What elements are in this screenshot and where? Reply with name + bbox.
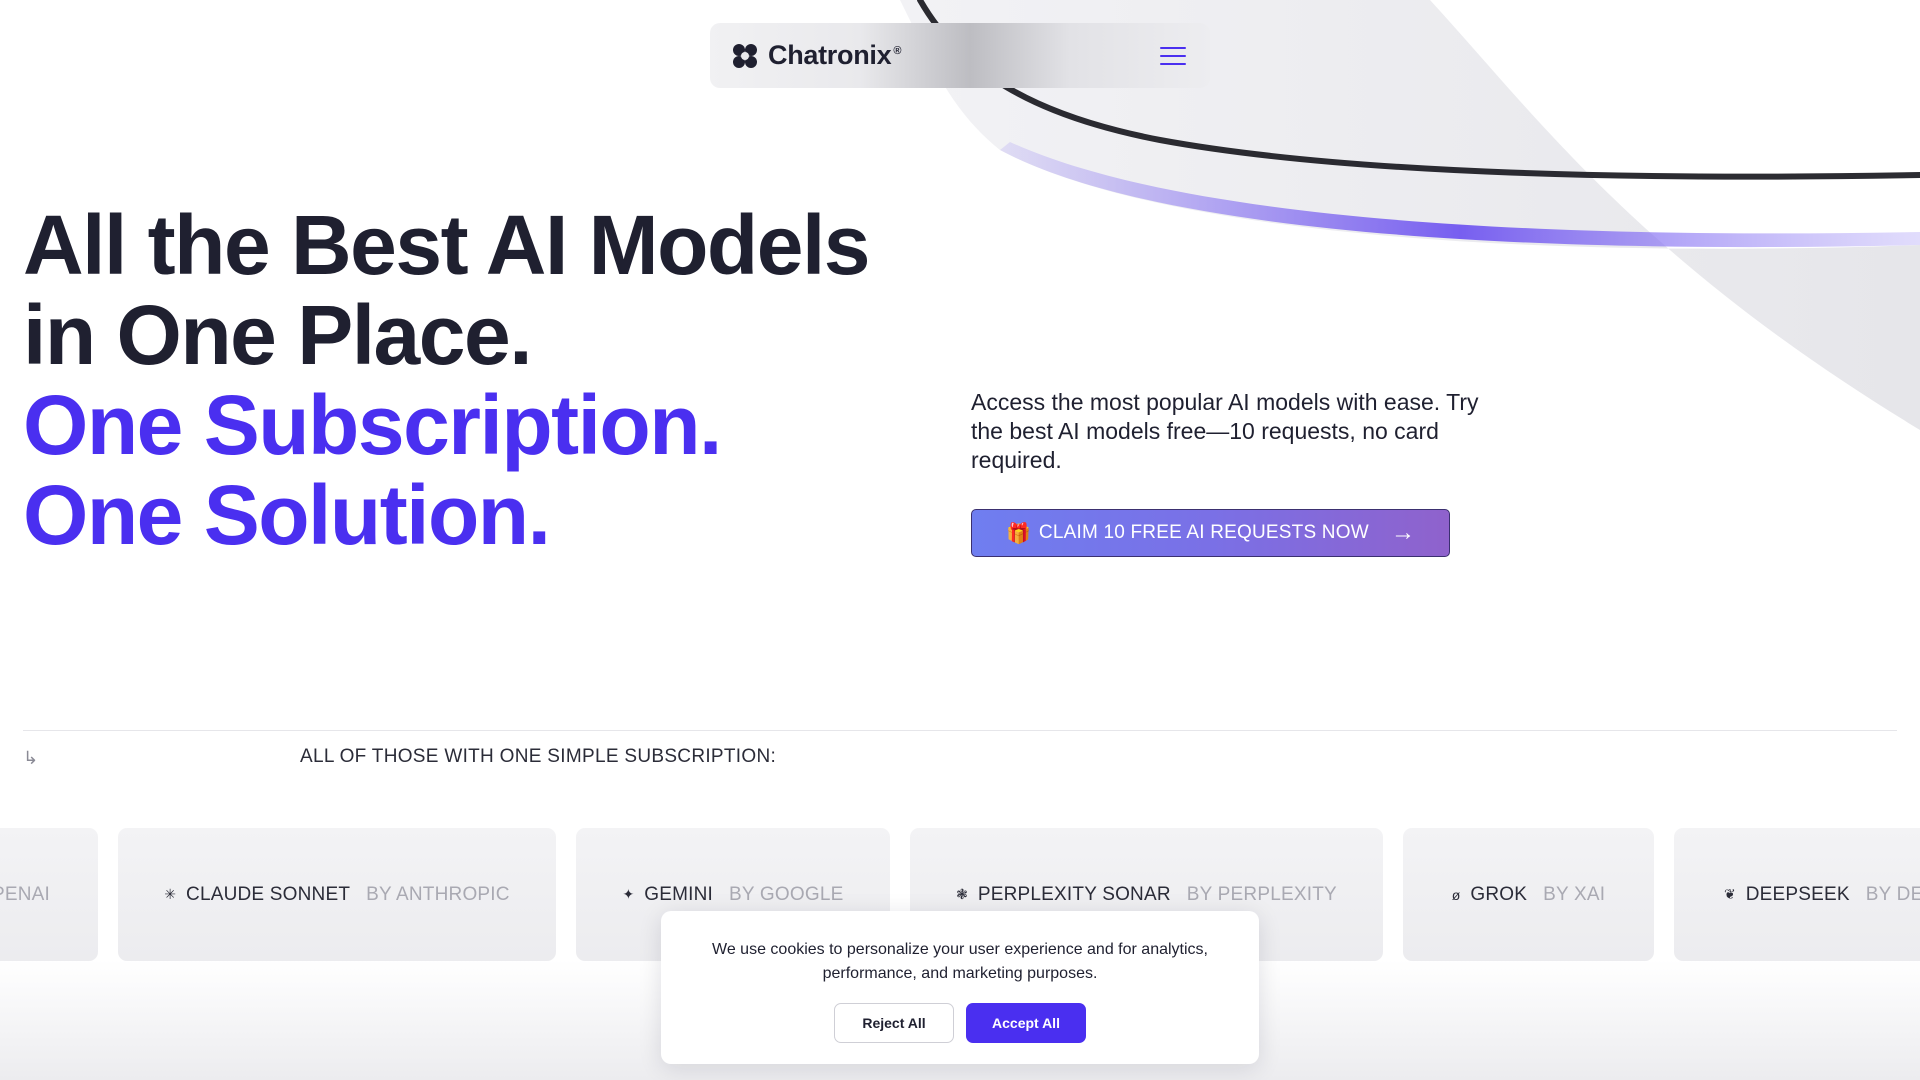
chatronix-logo-icon [733,43,757,68]
model-card-claude-sonnet[interactable]: ✳ CLAUDE SONNET BY ANTHROPIC [118,828,556,961]
hero-title-line-1: All the Best AI Models [23,198,871,292]
model-card-deepseek[interactable]: ❦ DEEPSEEK BY DE [1674,828,1920,961]
anthropic-icon: ✳ [164,886,177,902]
hero-accent-line-1: One Subscription. [23,378,722,472]
cta-label: CLAIM 10 FREE AI REQUESTS NOW [1038,522,1369,543]
deepseek-icon: ❦ [1724,886,1736,902]
model-name: GEMINI [644,883,714,905]
subscription-label: ALL OF THOSE WITH ONE SIMPLE SUBSCRIPTIO… [300,746,777,767]
cookie-actions: Reject All Accept All [661,1003,1259,1043]
perplexity-icon: ❃ [956,886,968,902]
model-provider: BY GOOGLE [729,883,844,905]
gemini-icon: ✦ [622,886,635,902]
model-provider: BY XAI [1543,883,1606,905]
cookie-message: We use cookies to personalize your user … [712,941,1208,982]
brand-name: Chatronix ® [768,40,902,70]
hero-title-line-2: in One Place. [23,288,533,382]
model-provider: BY PERPLEXITY [1186,883,1337,905]
claim-free-requests-button[interactable]: 🎁 CLAIM 10 FREE AI REQUESTS NOW → [971,509,1450,557]
model-provider: PENAI [0,883,50,905]
arrow-right-icon: → [1391,519,1415,546]
hero-title: All the Best AI Models in One Place. One… [23,200,923,560]
model-name: PERPLEXITY SONAR [977,883,1171,905]
grok-icon: ø [1451,886,1461,903]
hamburger-icon[interactable] [1158,44,1188,68]
model-name: CLAUDE SONNET [186,883,351,905]
cookie-consent-banner: We use cookies to personalize your user … [661,911,1259,1064]
model-name: DEEPSEEK [1745,883,1850,905]
gift-icon: 🎁 [1006,522,1031,545]
top-navbar: Chatronix ® [710,23,1210,88]
model-name: GROK [1470,883,1528,905]
hero-accent-line-2: One Solution. [23,468,551,562]
model-provider: BY DE [1865,883,1920,905]
model-card-openai[interactable]: PENAI [0,828,98,961]
section-divider [23,730,1897,731]
brand-logo-link[interactable]: Chatronix ® [732,40,901,71]
return-arrow-icon: ↳ [23,748,39,768]
accept-all-button[interactable]: Accept All [966,1003,1086,1043]
model-provider: BY ANTHROPIC [366,883,510,905]
model-card-grok[interactable]: ø GROK BY XAI [1403,828,1654,961]
reject-all-button[interactable]: Reject All [834,1003,954,1043]
hero-description: Access the most popular AI models with e… [971,389,1479,473]
